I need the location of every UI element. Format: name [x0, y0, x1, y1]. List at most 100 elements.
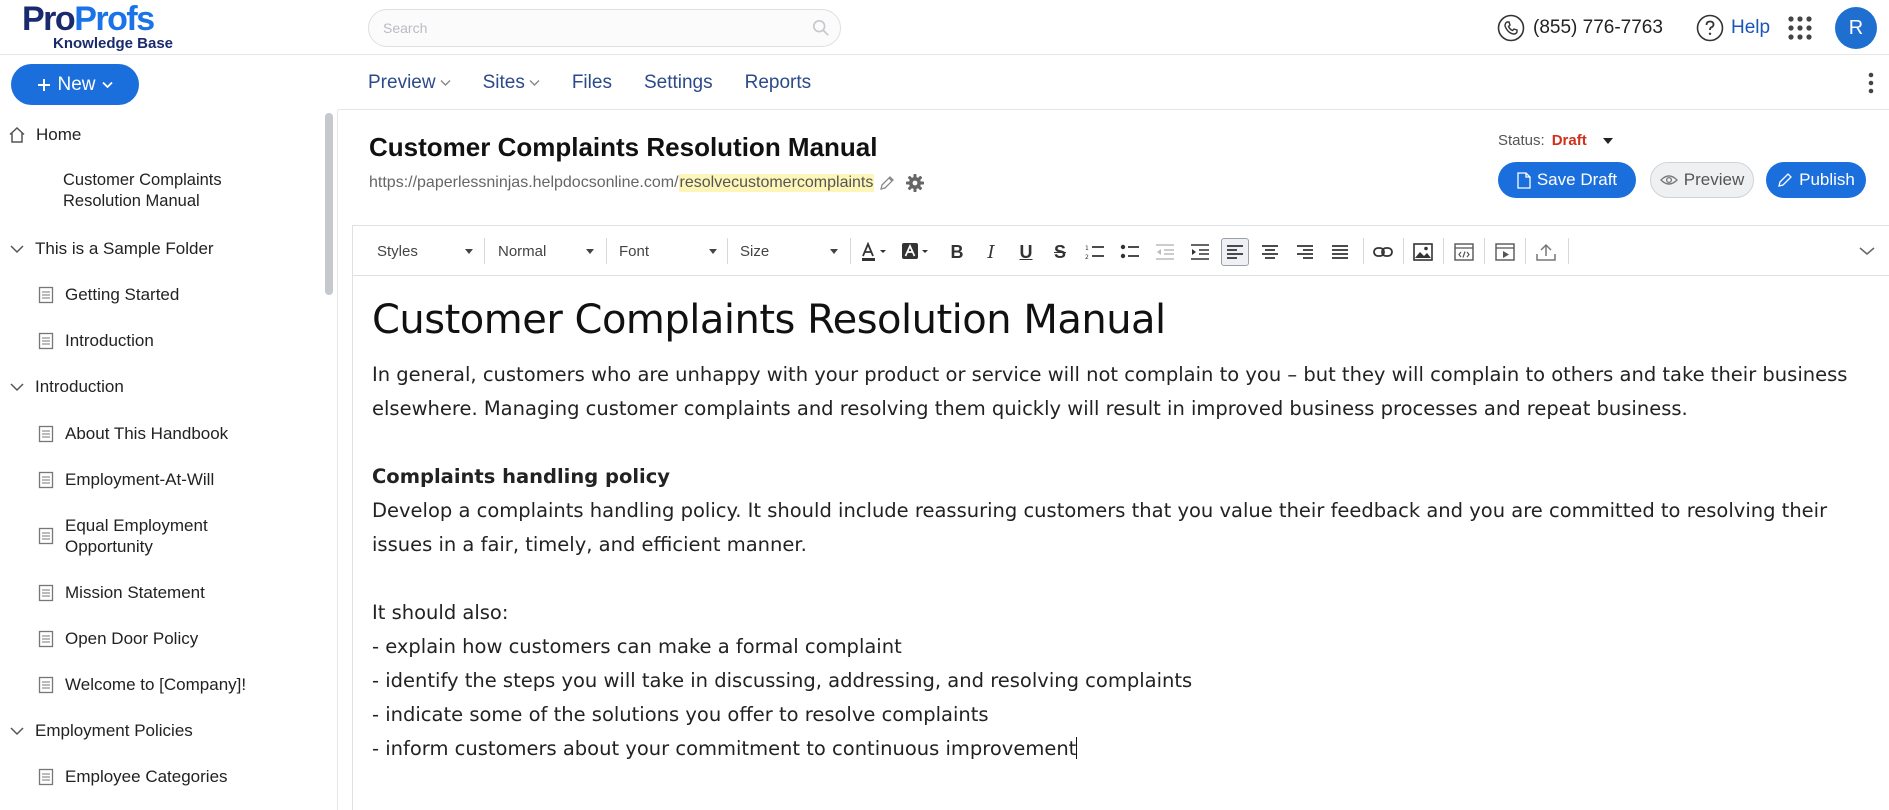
sidebar-item-employee-categories[interactable]: Employee Categories [37, 766, 228, 787]
caret-down-icon [1602, 137, 1613, 144]
list-item: - inform customers about your commitment… [372, 737, 1078, 760]
toolbar-divider [484, 238, 485, 264]
content-paragraph: In general, customers who are unhappy wi… [372, 363, 1848, 386]
pencil-icon[interactable] [878, 175, 895, 192]
strikethrough-button[interactable]: S [1046, 238, 1074, 266]
new-button[interactable]: New [11, 64, 139, 105]
document-title[interactable]: Customer Complaints Resolution Manual [369, 132, 878, 163]
text-cursor [1076, 737, 1078, 759]
embed-code-button[interactable] [1450, 238, 1478, 266]
size-dropdown[interactable]: Size [740, 238, 838, 264]
numbered-list-button[interactable]: 12 [1081, 238, 1109, 266]
sidebar-item-mission-statement[interactable]: Mission Statement [37, 582, 205, 603]
bullet-list-button[interactable] [1116, 238, 1144, 266]
status-badge: Draft [1551, 132, 1587, 149]
toolbar-divider [1568, 238, 1569, 264]
svg-text:1: 1 [1085, 245, 1089, 252]
top-bar: ProProfs Knowledge Base (855) 776-7763 H… [0, 0, 1889, 55]
help-label: Help [1731, 17, 1771, 38]
document-icon [38, 676, 54, 693]
align-right-button[interactable] [1291, 238, 1319, 266]
logo-wordmark: ProProfs [22, 0, 155, 38]
sidebar-folder-employment-policies[interactable]: Employment Policies [8, 720, 193, 741]
help-icon [1696, 14, 1724, 42]
chevron-down-icon [440, 80, 451, 86]
underline-button[interactable]: U [1012, 238, 1040, 266]
content-paragraph: issues in a fair, timely, and efficient … [372, 533, 807, 556]
gear-icon[interactable] [905, 173, 925, 193]
status-label: Status: [1498, 132, 1545, 149]
font-dropdown[interactable]: Font [619, 238, 717, 264]
outdent-button[interactable] [1151, 238, 1179, 266]
chevron-down-icon [101, 81, 113, 88]
align-left-button[interactable] [1221, 238, 1249, 266]
status-selector[interactable]: Status: Draft [1498, 132, 1613, 149]
sidebar-item-current-page[interactable]: Customer Complaints Resolution Manual [63, 170, 222, 212]
nav-files[interactable]: Files [572, 69, 612, 97]
sidebar-item-equal-employment[interactable]: Equal Employment Opportunity [37, 515, 208, 557]
align-justify-button[interactable] [1326, 238, 1354, 266]
sidebar-item-open-door-policy[interactable]: Open Door Policy [37, 628, 198, 649]
sidebar-scrollbar[interactable] [325, 113, 333, 295]
toolbar-divider [727, 238, 728, 264]
document-icon [38, 286, 54, 303]
align-center-icon [1262, 245, 1278, 259]
sidebar-folder-introduction[interactable]: Introduction [8, 376, 124, 397]
phone-contact[interactable]: (855) 776-7763 [1497, 14, 1663, 42]
sidebar-item-employment-at-will[interactable]: Employment-At-Will [37, 469, 214, 490]
chevron-down-icon[interactable] [1858, 242, 1876, 260]
outdent-icon [1156, 244, 1174, 260]
text-color-icon [862, 242, 886, 261]
align-center-button[interactable] [1256, 238, 1284, 266]
app-grid-icon[interactable] [1787, 15, 1813, 41]
search-input[interactable] [383, 10, 803, 46]
bold-button[interactable]: B [943, 238, 971, 266]
toolbar-divider [1525, 238, 1526, 264]
sidebar-item-getting-started[interactable]: Getting Started [37, 284, 179, 305]
background-color-button[interactable] [898, 238, 934, 266]
content-paragraph: It should also: [372, 601, 509, 624]
format-dropdown[interactable]: Normal [498, 238, 594, 264]
preview-button[interactable]: Preview [1650, 162, 1754, 198]
nav-preview[interactable]: Preview [368, 69, 451, 97]
align-right-icon [1297, 245, 1313, 259]
italic-button[interactable]: I [977, 238, 1005, 266]
styles-dropdown[interactable]: Styles [377, 238, 473, 264]
upload-button[interactable] [1532, 238, 1560, 266]
save-draft-button[interactable]: Save Draft [1498, 162, 1636, 198]
sidebar-folder-sample[interactable]: This is a Sample Folder [8, 238, 214, 259]
nav-reports[interactable]: Reports [745, 69, 812, 97]
insert-image-button[interactable] [1409, 238, 1437, 266]
nav-sites[interactable]: Sites [483, 69, 540, 97]
home-icon [9, 126, 25, 143]
toolbar-divider [1363, 238, 1364, 264]
insert-video-button[interactable] [1491, 238, 1519, 266]
editor-toolbar: Styles Normal Font Size B I U S 12 [353, 226, 1889, 276]
text-color-button[interactable] [857, 238, 893, 266]
search-icon[interactable] [812, 19, 830, 37]
list-item: - explain how customers can make a forma… [372, 635, 902, 658]
proprofs-logo[interactable]: ProProfs Knowledge Base [22, 2, 182, 52]
caret-down-icon [586, 249, 594, 254]
help-link[interactable]: Help [1696, 14, 1770, 42]
link-button[interactable] [1369, 238, 1397, 266]
chevron-down-icon [10, 244, 24, 253]
upload-icon [1536, 243, 1556, 261]
sidebar-item-about-handbook[interactable]: About This Handbook [37, 423, 228, 444]
sidebar-item-welcome[interactable]: Welcome to [Company]! [37, 674, 246, 695]
toolbar-divider [1443, 238, 1444, 264]
search-box[interactable] [368, 9, 841, 47]
toolbar-divider [1403, 238, 1404, 264]
nav-settings[interactable]: Settings [644, 69, 713, 97]
sidebar-item-home[interactable]: Home [8, 124, 81, 145]
document-icon [38, 471, 54, 488]
sidebar-item-introduction-page[interactable]: Introduction [37, 330, 154, 351]
publish-button[interactable]: Publish [1766, 162, 1866, 198]
editor-content[interactable]: Customer Complaints Resolution Manual In… [372, 294, 1872, 766]
more-options-icon[interactable] [1867, 71, 1875, 95]
url-base: https://paperlessninjas.helpdocsonline.c… [369, 174, 679, 191]
user-avatar[interactable]: R [1835, 7, 1877, 49]
url-slug[interactable]: resolvecustomercomplaints [678, 174, 875, 192]
link-icon [1373, 247, 1393, 257]
indent-button[interactable] [1186, 238, 1214, 266]
